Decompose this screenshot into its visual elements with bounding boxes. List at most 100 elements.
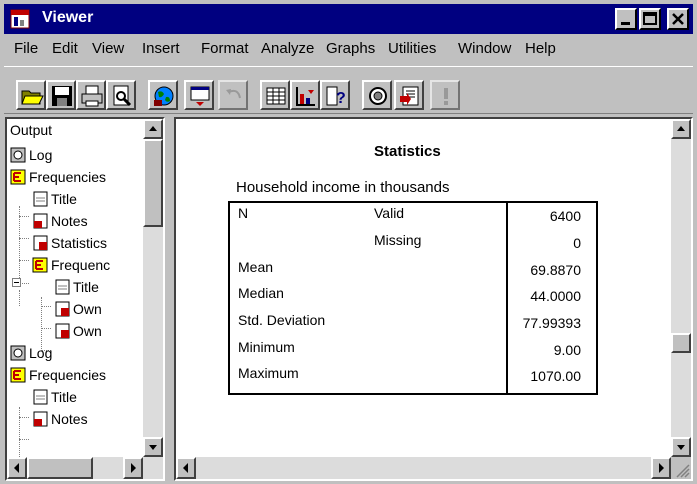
menu-help[interactable]: Help: [525, 40, 556, 57]
variables-button[interactable]: ?: [320, 80, 350, 110]
recall-dialog-icon: [190, 86, 210, 106]
row-label-n: N: [238, 205, 249, 221]
outline-scroll-up-button[interactable]: [143, 119, 163, 139]
use-sets-button[interactable]: [362, 80, 392, 110]
content-scroll-thumb[interactable]: [671, 333, 691, 353]
statistics-caption: Household income in thousands: [236, 179, 450, 196]
content-pane[interactable]: Statistics Household income in thousands…: [174, 117, 693, 481]
window-title: Viewer: [42, 9, 94, 26]
close-icon: [672, 13, 684, 25]
outline-scroll-down-button[interactable]: [143, 437, 163, 457]
outline-item-own-2[interactable]: Own: [73, 323, 102, 339]
menu-utilities[interactable]: Utilities: [388, 40, 436, 57]
row-sub-valid: Valid: [374, 205, 405, 221]
outline-scroll-thumb[interactable]: [143, 139, 163, 227]
row-label-median: Median: [238, 285, 284, 301]
value-minimum: 9.00: [553, 342, 581, 358]
goto-chart-button[interactable]: [290, 80, 320, 110]
menu-window[interactable]: Window: [458, 40, 511, 57]
print-button[interactable]: [76, 80, 106, 110]
undo-button[interactable]: [218, 80, 248, 110]
value-mean: 69.8870: [530, 262, 581, 278]
arrow-left-icon: [14, 463, 19, 473]
content-scroll-right-button[interactable]: [651, 457, 671, 479]
export-button[interactable]: [148, 80, 178, 110]
frequencies-icon: [10, 169, 26, 185]
menu-graphs[interactable]: Graphs: [326, 40, 375, 57]
outline-item-own-1[interactable]: Own: [73, 301, 102, 317]
arrow-down-icon: [677, 445, 685, 450]
size-grip[interactable]: [671, 457, 691, 479]
title-bar[interactable]: Viewer: [4, 4, 693, 34]
outline-item-frequencies-3[interactable]: Frequencies: [29, 367, 106, 383]
value-std-deviation: 77.99393: [522, 315, 581, 331]
outline-item-title-3[interactable]: Title: [51, 389, 77, 405]
menu-view[interactable]: View: [92, 40, 124, 57]
print-icon: [81, 85, 103, 107]
maximize-button[interactable]: [639, 8, 661, 30]
save-button[interactable]: [46, 80, 76, 110]
outline-item-title[interactable]: Title: [51, 191, 77, 207]
content-vscrollbar[interactable]: [671, 119, 691, 457]
table-icon: [55, 301, 70, 317]
run-icon: [444, 88, 448, 105]
outline-hscroll-thumb[interactable]: [27, 457, 93, 479]
menu-insert[interactable]: Insert: [142, 40, 180, 57]
variables-info-icon: ?: [326, 86, 346, 107]
outline-scroll-left-button[interactable]: [7, 457, 27, 479]
close-button[interactable]: [667, 8, 689, 30]
arrow-down-icon: [149, 445, 157, 450]
outline-root[interactable]: Output: [10, 122, 52, 138]
outline-pane[interactable]: Output Log Frequencies Title Notes Stati…: [5, 117, 165, 481]
outline-item-title-2[interactable]: Title: [73, 279, 99, 295]
minimize-button[interactable]: [615, 8, 637, 30]
run-button[interactable]: [430, 80, 460, 110]
content-scroll-left-button[interactable]: [176, 457, 196, 479]
open-button[interactable]: [16, 80, 46, 110]
log-book-icon: [10, 147, 26, 163]
outline-item-log-2[interactable]: Log: [29, 345, 52, 361]
collapse-toggle[interactable]: [12, 278, 21, 287]
export-globe-icon: [154, 86, 174, 106]
outline-item-notes[interactable]: Notes: [51, 213, 88, 229]
outline-vscrollbar[interactable]: [143, 119, 163, 457]
title-page-icon: [55, 279, 70, 295]
minimize-icon: [621, 22, 630, 25]
outline-item-log[interactable]: Log: [29, 147, 52, 163]
outline-scroll-right-button[interactable]: [123, 457, 143, 479]
maximize-icon: [643, 12, 657, 25]
notes-icon: [33, 411, 48, 427]
outline-item-frequencies[interactable]: Frequencies: [29, 169, 106, 185]
row-sub-missing: Missing: [374, 232, 422, 248]
value-valid: 6400: [549, 208, 581, 224]
designate-window-button[interactable]: [394, 80, 424, 110]
pane-splitter[interactable]: [165, 117, 173, 481]
outline-item-frequencies-2[interactable]: Frequenc: [51, 257, 110, 273]
recall-dialog-button[interactable]: [184, 80, 214, 110]
menu-format[interactable]: Format: [201, 40, 249, 57]
menu-analyze[interactable]: Analyze: [261, 40, 314, 57]
save-disk-icon: [52, 86, 72, 106]
outline-hscrollbar[interactable]: [7, 457, 163, 479]
content-scroll-up-button[interactable]: [671, 119, 691, 139]
goto-chart-icon: [296, 87, 315, 106]
goto-data-button[interactable]: [260, 80, 290, 110]
outline-item-notes-2[interactable]: Notes: [51, 411, 88, 427]
frequencies-icon: [10, 367, 26, 383]
value-maximum: 1070.00: [530, 368, 581, 384]
menu-file[interactable]: File: [14, 40, 38, 57]
statistics-table[interactable]: N Valid 6400 Missing 0 Mean 69.8870 Medi…: [228, 201, 598, 395]
arrow-left-icon: [183, 463, 188, 473]
menu-edit[interactable]: Edit: [52, 40, 78, 57]
print-preview-button[interactable]: [106, 80, 136, 110]
outline-item-statistics[interactable]: Statistics: [51, 235, 107, 251]
viewer-app-icon: [10, 9, 30, 29]
content-hscrollbar[interactable]: [176, 457, 671, 479]
svg-text:?: ?: [336, 90, 346, 107]
value-median: 44.0000: [530, 288, 581, 304]
statistics-title: Statistics: [374, 143, 441, 160]
content-scroll-down-button[interactable]: [671, 437, 691, 457]
row-label-maximum: Maximum: [238, 365, 299, 381]
viewer-window: Viewer File Edit View Insert Format Anal…: [0, 0, 697, 484]
toolbar: ?: [4, 66, 693, 114]
